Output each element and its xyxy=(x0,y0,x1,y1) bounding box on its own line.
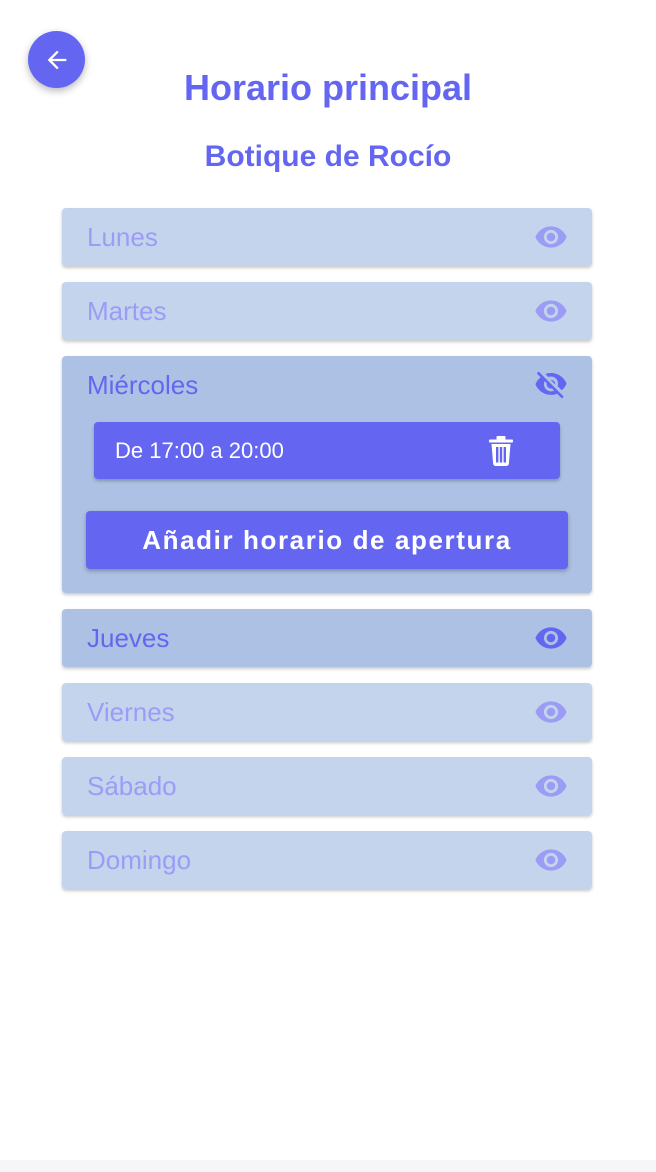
day-header-lunes[interactable]: Lunes xyxy=(62,208,592,266)
eye-icon[interactable] xyxy=(534,225,568,249)
eye-off-icon[interactable] xyxy=(534,371,568,399)
day-label: Lunes xyxy=(87,221,158,252)
day-header-miercoles[interactable]: Miércoles xyxy=(62,356,592,414)
day-card-sabado: Sábado xyxy=(62,757,592,815)
day-label: Miércoles xyxy=(87,369,199,400)
day-header-martes[interactable]: Martes xyxy=(62,282,592,340)
day-card-domingo: Domingo xyxy=(62,831,592,889)
time-slot-text: De 17:00 a 20:00 xyxy=(115,437,284,463)
day-card-martes: Martes xyxy=(62,282,592,340)
day-card-jueves: Jueves xyxy=(62,609,592,667)
day-card-lunes: Lunes xyxy=(62,208,592,266)
day-header-domingo[interactable]: Domingo xyxy=(62,831,592,889)
add-opening-hours-button[interactable]: Añadir horario de apertura xyxy=(86,511,568,569)
eye-icon[interactable] xyxy=(534,626,568,650)
day-card-miercoles: Miércoles De 17:00 a 20:00 Añadir horari… xyxy=(62,356,592,593)
day-header-jueves[interactable]: Jueves xyxy=(62,609,592,667)
day-card-viernes: Viernes xyxy=(62,683,592,741)
time-slot: De 17:00 a 20:00 xyxy=(94,422,560,479)
eye-icon[interactable] xyxy=(534,848,568,872)
eye-icon[interactable] xyxy=(534,299,568,323)
day-header-sabado[interactable]: Sábado xyxy=(62,757,592,815)
day-label: Sábado xyxy=(87,770,177,801)
day-header-viernes[interactable]: Viernes xyxy=(62,683,592,741)
eye-icon[interactable] xyxy=(534,774,568,798)
day-body-miercoles: De 17:00 a 20:00 Añadir horario de apert… xyxy=(62,414,592,593)
day-label: Martes xyxy=(87,295,167,326)
day-label: Viernes xyxy=(87,696,175,727)
page-title: Horario principal xyxy=(183,67,473,108)
shop-name: Botique de Rocío xyxy=(204,140,452,173)
eye-icon[interactable] xyxy=(534,700,568,724)
day-label: Domingo xyxy=(87,844,192,875)
trash-icon[interactable] xyxy=(488,435,514,466)
days-list: Lunes Martes Miércoles De 17:00 a 20:00 xyxy=(62,208,592,905)
bottom-strip xyxy=(0,1160,656,1172)
day-label: Jueves xyxy=(87,622,170,653)
